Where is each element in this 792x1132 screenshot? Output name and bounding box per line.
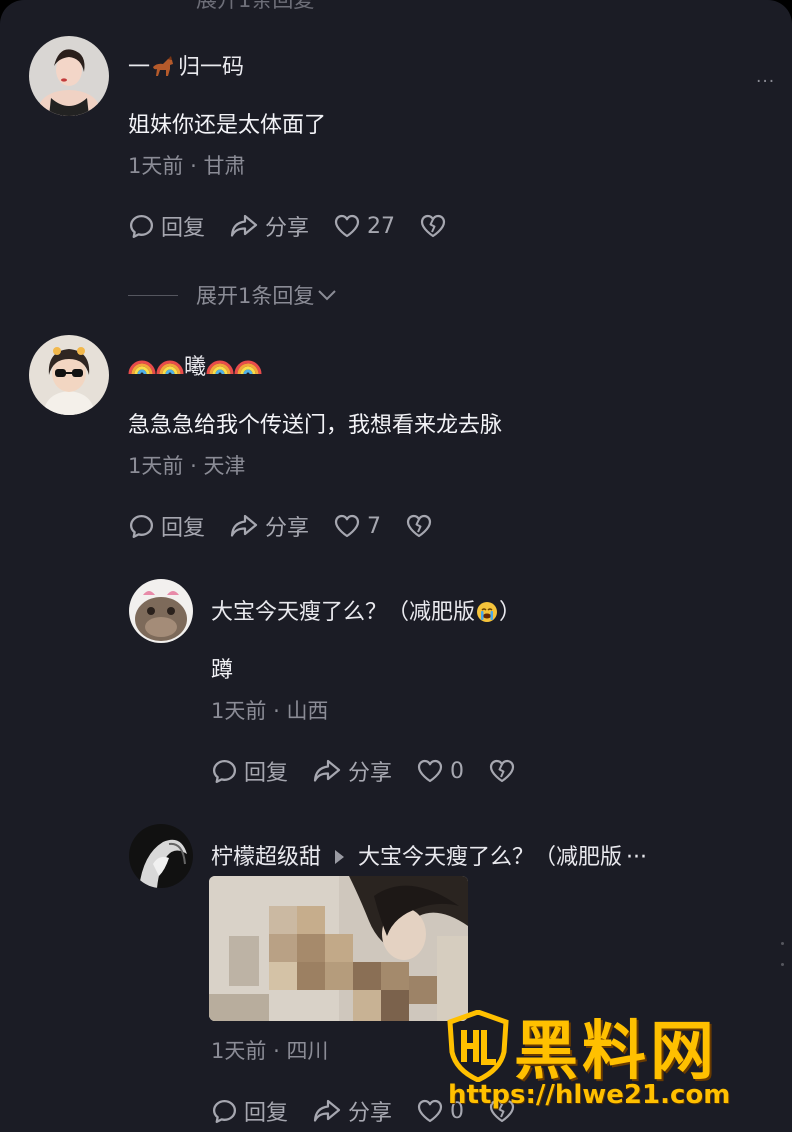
reply-to-user[interactable]: 大宝今天瘦了么？（减肥版: [358, 845, 622, 870]
share-button[interactable]: 分享: [229, 510, 309, 542]
reply-username[interactable]: 柠檬超级甜 大宝今天瘦了么？（减肥版 ···: [211, 839, 647, 871]
reply-meta: 1天前 · 山西: [211, 699, 329, 723]
avatar[interactable]: [29, 36, 109, 116]
comment-bubble-icon: [129, 214, 154, 238]
dislike-button[interactable]: [419, 213, 447, 239]
horse-icon: [151, 55, 177, 83]
more-options-icon[interactable]: ···: [756, 72, 775, 92]
like-count: 0: [450, 758, 465, 784]
share-arrow-icon: [313, 1099, 341, 1122]
watermark-title: 黑料网: [514, 1015, 718, 1089]
reply-meta: 1天前 · 四川: [211, 1039, 329, 1063]
reply-actions: 回复 分享 0: [211, 755, 540, 787]
scrollbar-indicator[interactable]: [781, 942, 784, 945]
like-button[interactable]: 27: [333, 213, 395, 239]
like-button[interactable]: 7: [333, 513, 381, 539]
dislike-button[interactable]: [405, 513, 433, 539]
rainbow-icon: [206, 354, 234, 382]
reply-to-arrow-icon: [335, 850, 345, 864]
share-arrow-icon: [313, 759, 341, 782]
share-arrow-icon: [230, 214, 258, 237]
comment-meta: 1天前 · 天津: [128, 454, 246, 478]
divider-line: [128, 294, 178, 296]
avatar[interactable]: [129, 579, 193, 643]
comment-text: 姐妹你还是太体面了: [128, 113, 327, 138]
like-button[interactable]: 0: [416, 758, 464, 784]
broken-heart-icon: [406, 514, 432, 538]
share-button[interactable]: 分享: [312, 755, 392, 787]
reply-username[interactable]: 大宝今天瘦了么？（减肥版）: [211, 594, 521, 626]
broken-heart-icon: [420, 214, 446, 238]
comment-username[interactable]: 一归一码: [128, 49, 244, 83]
like-count: 27: [367, 213, 396, 239]
chevron-down-icon: [318, 290, 337, 301]
heart-icon: [334, 214, 360, 238]
watermark-url: https://hlwe21.com: [448, 1080, 731, 1110]
comment-actions: 回复 分享 7: [128, 510, 457, 542]
share-arrow-icon: [230, 514, 258, 537]
share-button[interactable]: 分享: [229, 210, 309, 242]
rainbow-icon: [156, 354, 184, 382]
comment-text: 急急急给我个传送门，我想看来龙去脉: [128, 413, 503, 438]
share-button[interactable]: 分享: [312, 1095, 392, 1127]
reply-button[interactable]: 回复: [128, 510, 205, 542]
heart-icon: [417, 759, 443, 783]
comment-username[interactable]: 曦: [128, 349, 262, 382]
rainbow-icon: [128, 354, 156, 382]
expand-replies-button[interactable]: 展开1条回复: [128, 280, 338, 310]
previous-expand-text: 展开1条回复: [196, 0, 315, 12]
site-watermark: 黑料网 https://hlwe21.com: [446, 1008, 786, 1128]
reply-button[interactable]: 回复: [211, 755, 288, 787]
rainbow-icon: [234, 354, 262, 382]
reply-text: 蹲: [211, 658, 234, 683]
avatar[interactable]: [129, 824, 193, 888]
comment-sheet: 展开1条回复 一归一码 ··· 姐妹你还是太体面了 1天前 · 甘肃 回复 分享…: [0, 0, 792, 1132]
broken-heart-icon: [489, 759, 515, 783]
comment-bubble-icon: [212, 759, 237, 783]
heart-icon: [417, 1099, 443, 1123]
crying-face-icon: [477, 602, 498, 622]
like-count: 7: [367, 513, 382, 539]
heart-icon: [334, 514, 360, 538]
comment-bubble-icon: [212, 1099, 237, 1123]
reply-button[interactable]: 回复: [211, 1095, 288, 1127]
dislike-button[interactable]: [488, 758, 516, 784]
comment-meta: 1天前 · 甘肃: [128, 154, 246, 178]
attached-image-censored[interactable]: [209, 876, 468, 1021]
comment-actions: 回复 分享 27: [128, 210, 471, 242]
avatar[interactable]: [29, 335, 109, 415]
reply-button[interactable]: 回复: [128, 210, 205, 242]
hl-shield-logo-icon: [447, 1010, 509, 1082]
scrollbar-indicator[interactable]: [781, 963, 784, 966]
comment-bubble-icon: [129, 514, 154, 538]
